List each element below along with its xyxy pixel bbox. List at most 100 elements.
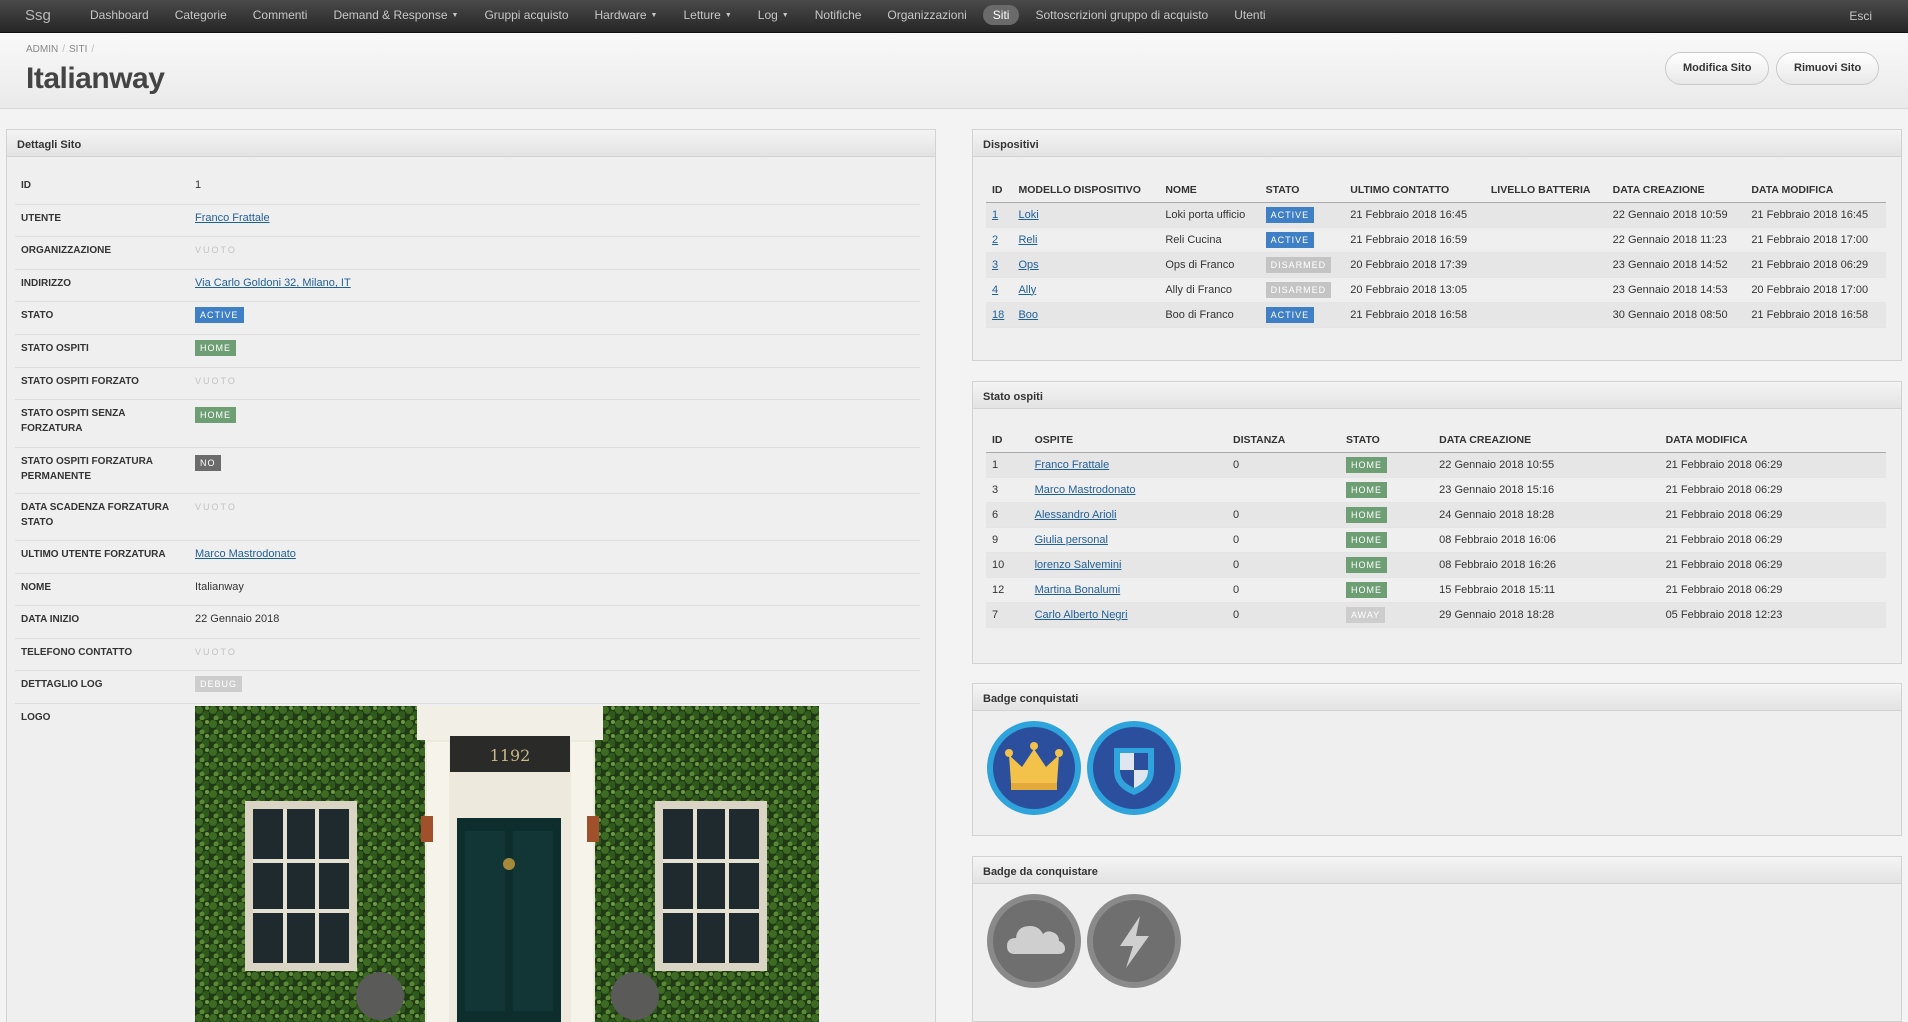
table-row[interactable]: 10 lorenzo Salvemini 0 HOME 08 Febbraio 2018… [986, 552, 1886, 578]
table-cell: DISARMED [1259, 252, 1345, 278]
device-id-link[interactable]: 18 [992, 309, 1004, 321]
column-header: MODELLO DISPOSITIVO [1012, 178, 1160, 203]
nav-item-commenti[interactable]: Commenti [243, 5, 318, 25]
device-id-link[interactable]: 4 [992, 284, 998, 296]
nav-item-demand-response[interactable]: Demand & Response ▼ [323, 5, 468, 25]
logout-link[interactable]: Esci [1849, 9, 1872, 23]
guest-link[interactable]: Alessandro Arioli [1035, 509, 1117, 521]
device-model-link[interactable]: Loki [1018, 209, 1038, 221]
guest-link[interactable]: Martina Bonalumi [1035, 584, 1121, 596]
nav-item-categorie[interactable]: Categorie [165, 5, 237, 25]
detail-row: ORGANIZZAZIONE VUOTO [15, 237, 920, 270]
device-id-link[interactable]: 1 [992, 209, 998, 221]
table-row[interactable]: 3 Marco Mastrodonato HOME 23 Gennaio 2018 1… [986, 477, 1886, 503]
table-row[interactable]: 2 Reli Reli Cucina ACTIVE 21 Febbraio 2018 1… [986, 227, 1886, 253]
detail-link[interactable]: Franco Frattale [195, 212, 270, 224]
table-cell: 0 [1227, 527, 1341, 553]
table-row[interactable]: 3 Ops Ops di Franco DISARMED 20 Febbraio 201… [986, 252, 1886, 278]
nav-item-log[interactable]: Log ▼ [748, 5, 799, 25]
table-cell: ACTIVE [1259, 302, 1345, 328]
table-cell: ACTIVE [1259, 227, 1345, 253]
nav-item-sottoscrizioni-gruppo-di-acquisto[interactable]: Sottoscrizioni gruppo di acquisto [1025, 5, 1218, 25]
table-cell [1484, 252, 1607, 278]
column-header: OSPITE [1028, 428, 1227, 453]
device-model-link[interactable]: Ally [1018, 284, 1036, 296]
column-header: ID [986, 178, 1013, 203]
nav-item-notifiche[interactable]: Notifiche [805, 5, 872, 25]
detail-label: ULTIMO UTENTE FORZATURA [21, 549, 166, 560]
table-cell: 21 Febbraio 2018 06:29 [1659, 552, 1886, 578]
device-model-link[interactable]: Reli [1018, 234, 1037, 246]
column-header: LIVELLO BATTERIA [1484, 178, 1607, 203]
guest-link[interactable]: Giulia personal [1035, 534, 1108, 546]
table-row[interactable]: 6 Alessandro Arioli 0 HOME 24 Gennaio 2018 1… [986, 502, 1886, 528]
detail-value: HOME [195, 407, 236, 423]
table-cell: Boo di Franco [1159, 302, 1260, 328]
detail-label: ORGANIZZAZIONE [21, 245, 111, 256]
breadcrumb-separator: / [62, 44, 66, 55]
nav-item-label: Hardware [594, 8, 647, 22]
table-cell [1484, 277, 1607, 303]
table-cell: 22 Gennaio 2018 11:23 [1606, 227, 1746, 253]
table-cell: 23 Gennaio 2018 14:52 [1606, 252, 1746, 278]
table-row[interactable]: 1 Franco Frattale 0 HOME 22 Gennaio 2018 10:… [986, 452, 1886, 478]
detail-value: VUOTO [195, 501, 237, 513]
device-model-link[interactable]: Ops [1018, 259, 1038, 271]
nav-item-gruppi-acquisto[interactable]: Gruppi acquisto [474, 5, 578, 25]
nav-item-hardware[interactable]: Hardware ▼ [585, 5, 668, 25]
detail-label: TELEFONO CONTATTO [21, 647, 133, 658]
edit-site-button[interactable]: Modifica Sito [1665, 52, 1770, 85]
detail-link[interactable]: Via Carlo Goldoni 32, Milano, IT [195, 277, 351, 289]
nav-item-letture[interactable]: Letture ▼ [673, 5, 741, 25]
nav-item-organizzazioni[interactable]: Organizzazioni [877, 5, 976, 25]
table-cell: 1 [986, 202, 1013, 228]
guest-link[interactable]: lorenzo Salvemini [1035, 559, 1122, 571]
nav-item-utenti[interactable]: Utenti [1224, 5, 1275, 25]
badge-earned-2[interactable] [1087, 721, 1181, 815]
top-navbar: Ssg Dashboard Categorie Commenti Demand & R… [0, 0, 1908, 33]
device-id-link[interactable]: 3 [992, 259, 998, 271]
table-row[interactable]: 4 Ally Ally di Franco DISARMED 20 Febbraio 2… [986, 277, 1886, 303]
table-cell: 21 Febbraio 2018 06:29 [1659, 577, 1886, 603]
status-badge: HOME [1346, 531, 1388, 548]
table-row[interactable]: 18 Boo Boo di Franco ACTIVE 21 Febbraio 2018… [986, 302, 1886, 328]
table-cell: 21 Febbraio 2018 06:29 [1659, 502, 1886, 528]
table-row[interactable]: 7 Carlo Alberto Negri 0 AWAY 29 Gennaio 2018… [986, 602, 1886, 628]
guest-link[interactable]: Carlo Alberto Negri [1035, 609, 1128, 621]
remove-site-button[interactable]: Rimuovi Sito [1776, 52, 1880, 85]
table-cell: 24 Gennaio 2018 18:28 [1433, 502, 1660, 528]
table-cell: 30 Gennaio 2018 08:50 [1606, 302, 1746, 328]
detail-value: 1 [195, 179, 201, 191]
nav-item-label: Utenti [1234, 8, 1266, 22]
detail-label: STATO [21, 310, 54, 321]
badge-earned-1[interactable] [987, 721, 1081, 815]
breadcrumb-siti[interactable]: SITI [69, 44, 87, 55]
table-row[interactable]: 1 Loki Loki porta ufficio ACTIVE 21 Febbraio… [986, 202, 1886, 228]
detail-link[interactable]: Marco Mastrodonato [195, 548, 296, 560]
table-cell: HOME [1340, 577, 1434, 603]
device-id-link[interactable]: 2 [992, 234, 998, 246]
breadcrumb-admin[interactable]: ADMIN [26, 44, 58, 55]
nav-item-label: Sottoscrizioni gruppo di acquisto [1035, 8, 1209, 22]
shield-icon [1093, 727, 1175, 809]
detail-row: ULTIMO UTENTE FORZATURA Marco Mastrodonat… [15, 541, 920, 574]
table-row[interactable]: 9 Giulia personal 0 HOME 08 Febbraio 2018 16… [986, 527, 1886, 553]
column-header: NOME [1159, 178, 1260, 203]
guest-link[interactable]: Franco Frattale [1035, 459, 1110, 471]
column-header: DATA CREAZIONE [1433, 428, 1660, 453]
guest-link[interactable]: Marco Mastrodonato [1035, 484, 1136, 496]
nav-item-siti[interactable]: Siti [982, 5, 1020, 25]
badge-locked-1[interactable] [987, 894, 1081, 988]
device-model-link[interactable]: Boo [1018, 309, 1038, 321]
brand-logo[interactable]: Ssg [25, 7, 51, 24]
badge-locked-2[interactable] [1087, 894, 1181, 988]
detail-label: ID [21, 180, 31, 191]
table-cell: Ally [1012, 277, 1160, 303]
nav-item-label: Letture [683, 8, 721, 22]
detail-label: LOGO [21, 712, 51, 723]
table-cell: 20 Febbraio 2018 17:00 [1745, 277, 1886, 303]
table-row[interactable]: 12 Martina Bonalumi 0 HOME 15 Febbraio 2018 … [986, 577, 1886, 603]
nav-item-label: Dashboard [90, 8, 149, 22]
table-cell: HOME [1340, 527, 1434, 553]
nav-item-dashboard[interactable]: Dashboard [80, 5, 159, 25]
